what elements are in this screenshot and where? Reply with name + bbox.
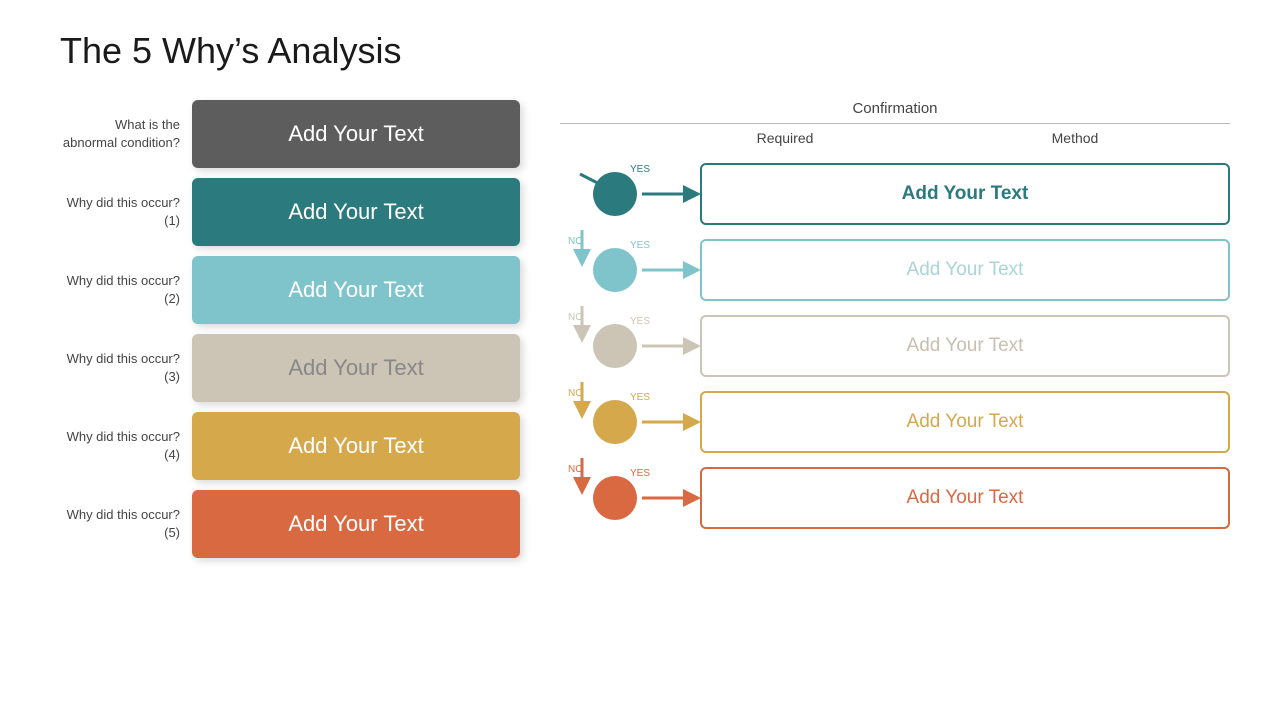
row-label-0: What is the abnormal condition? — [60, 116, 180, 152]
svg-text:YES: YES — [630, 164, 650, 175]
conf-box-2[interactable]: Add Your Text — [700, 315, 1230, 377]
left-row-3: Why did this occur? (3) Add Your Text — [60, 334, 520, 402]
arrow-cluster-4: NO YES — [560, 458, 700, 538]
page: The 5 Why’s Analysis What is the abnorma… — [0, 0, 1280, 720]
left-box-5[interactable]: Add Your Text — [192, 490, 520, 558]
conf-box-4[interactable]: Add Your Text — [700, 467, 1230, 529]
diagram-rows: YES Add Your Text NO YES — [560, 160, 1230, 532]
row-label-1: Why did this occur? (1) — [60, 194, 180, 230]
diagram-row-4: NO YES Add Your Text — [560, 464, 1230, 532]
subheader-required: Required — [640, 130, 930, 146]
diagram-row-1: NO YES Add Your Text — [560, 236, 1230, 304]
arrow-cluster-2: NO YES — [560, 306, 700, 386]
diagram-row-0: YES Add Your Text — [560, 160, 1230, 228]
row-label-2: Why did this occur? (2) — [60, 272, 180, 308]
right-side: Confirmation Required Method YES — [560, 100, 1230, 532]
page-title: The 5 Why’s Analysis — [60, 30, 1230, 72]
conf-box-3[interactable]: Add Your Text — [700, 391, 1230, 453]
left-side: What is the abnormal condition? Add Your … — [60, 100, 520, 568]
main-layout: What is the abnormal condition? Add Your … — [60, 100, 1230, 568]
left-row-2: Why did this occur? (2) Add Your Text — [60, 256, 520, 324]
arrow-cluster-3: NO YES — [560, 382, 700, 462]
left-box-1[interactable]: Add Your Text — [192, 178, 520, 246]
left-box-3[interactable]: Add Your Text — [192, 334, 520, 402]
confirmation-header: Confirmation — [560, 100, 1230, 124]
arrow-cluster-1: NO YES — [560, 230, 700, 310]
svg-text:YES: YES — [630, 392, 650, 403]
row-label-4: Why did this occur? (4) — [60, 428, 180, 464]
svg-text:YES: YES — [630, 316, 650, 327]
left-row-1: Why did this occur? (1) Add Your Text — [60, 178, 520, 246]
left-box-4[interactable]: Add Your Text — [192, 412, 520, 480]
svg-text:YES: YES — [630, 468, 650, 479]
arrow-cluster-0: YES — [560, 154, 700, 234]
diagram-row-3: NO YES Add Your Text — [560, 388, 1230, 456]
left-row-0: What is the abnormal condition? Add Your … — [60, 100, 520, 168]
row-label-3: Why did this occur? (3) — [60, 350, 180, 386]
conf-subheaders: Required Method — [560, 130, 1230, 156]
diagram-row-2: NO YES Add Your Text — [560, 312, 1230, 380]
left-box-2[interactable]: Add Your Text — [192, 256, 520, 324]
svg-text:YES: YES — [630, 240, 650, 251]
row-label-5: Why did this occur? (5) — [60, 506, 180, 542]
conf-box-0[interactable]: Add Your Text — [700, 163, 1230, 225]
subheader-method: Method — [930, 130, 1220, 146]
left-row-4: Why did this occur? (4) Add Your Text — [60, 412, 520, 480]
left-box-0[interactable]: Add Your Text — [192, 100, 520, 168]
left-row-5: Why did this occur? (5) Add Your Text — [60, 490, 520, 558]
conf-box-1[interactable]: Add Your Text — [700, 239, 1230, 301]
